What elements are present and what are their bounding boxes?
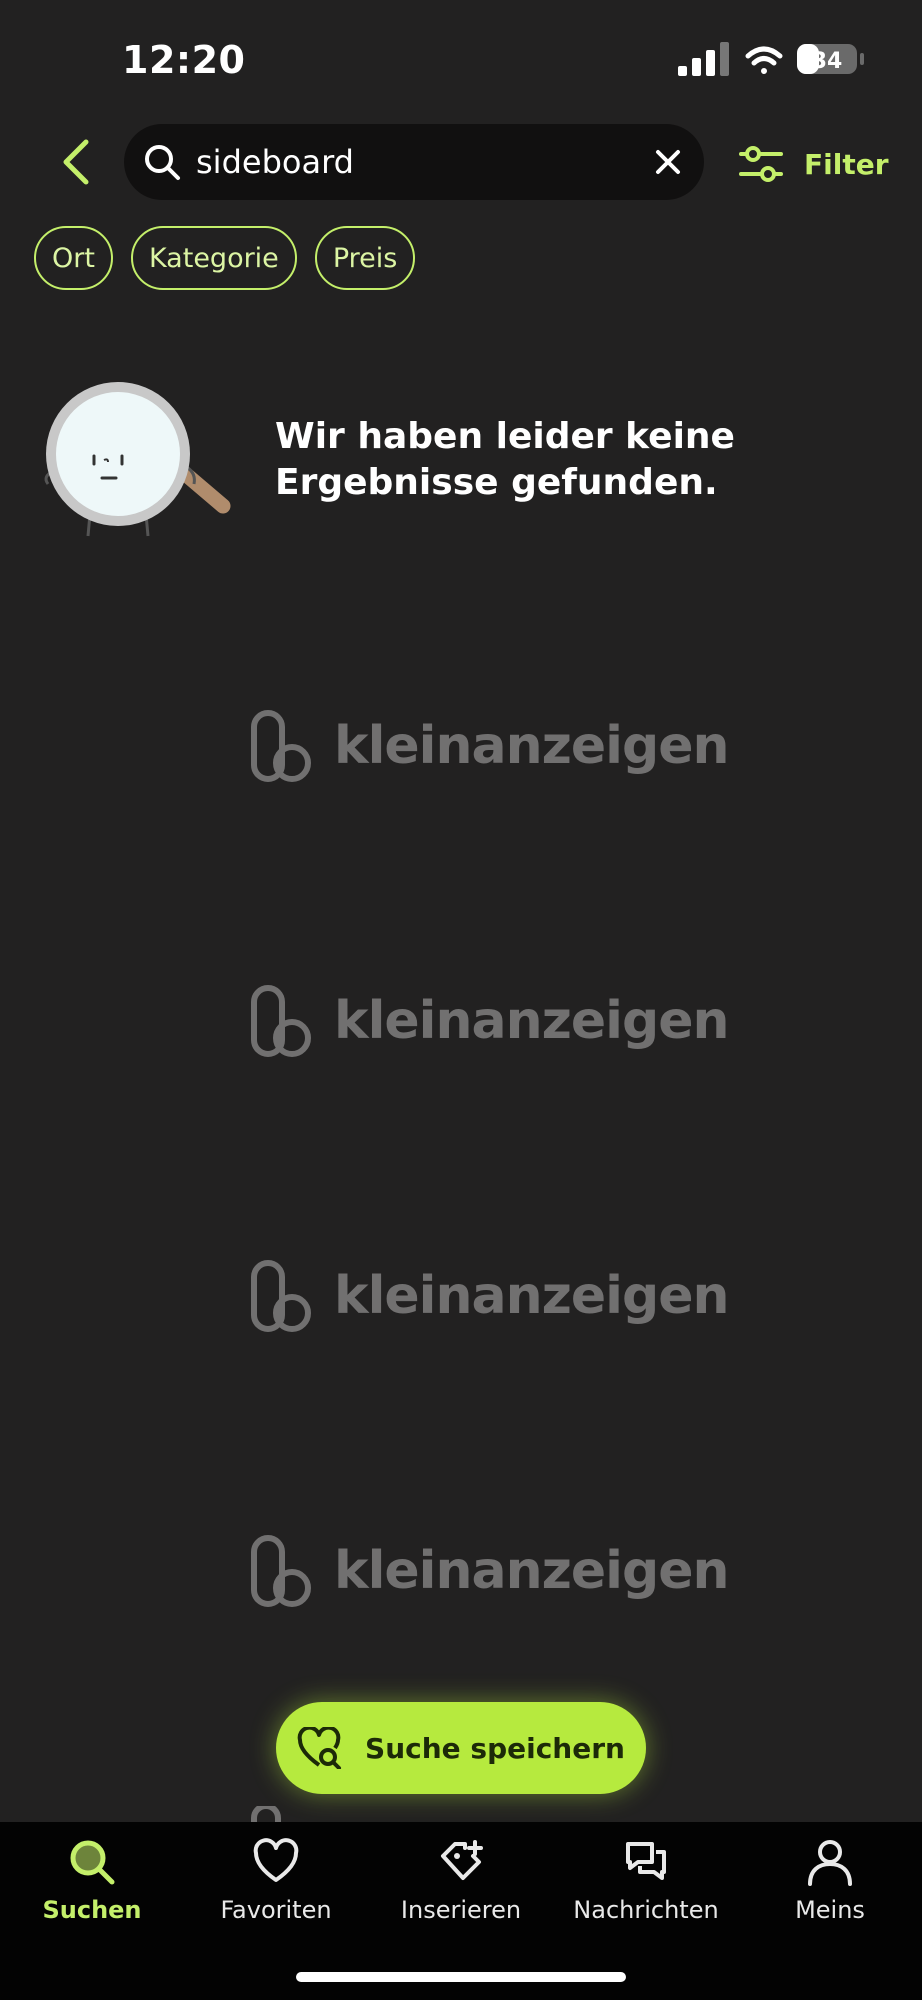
kleinanzeigen-wordmark: kleinanzeigen: [334, 991, 729, 1051]
loading-placeholder: kleinanzeigen: [250, 1256, 729, 1336]
search-field[interactable]: [124, 124, 704, 200]
loading-placeholder: kleinanzeigen: [250, 1531, 729, 1611]
tab-inserieren[interactable]: Inserieren: [376, 1838, 546, 1924]
loading-placeholder: kleinanzeigen: [250, 981, 729, 1061]
tab-nachrichten[interactable]: Nachrichten: [561, 1838, 731, 1924]
home-indicator[interactable]: [296, 1972, 626, 1982]
wifi-icon: [745, 46, 783, 74]
chevron-left-icon: [63, 139, 89, 185]
kleinanzeigen-logo-icon: [251, 1535, 311, 1607]
search-input[interactable]: [196, 143, 650, 181]
chip-ort[interactable]: Ort: [34, 226, 113, 290]
no-results-line-1: Wir haben leider keine: [275, 416, 735, 457]
search-icon: [70, 1840, 115, 1885]
magnifier-mascot-illustration: [44, 382, 231, 537]
kleinanzeigen-logo-icon: [251, 1260, 311, 1332]
filter-chips: Ort Kategorie Preis: [34, 226, 416, 290]
kleinanzeigen-wordmark: kleinanzeigen: [334, 1541, 729, 1601]
kleinanzeigen-logo-icon: [251, 710, 311, 782]
save-search-label: Suche speichern: [365, 1731, 625, 1765]
chip-preis[interactable]: Preis: [314, 226, 416, 290]
kleinanzeigen-logo-icon: [251, 985, 311, 1057]
tab-meins-label: Meins: [795, 1896, 865, 1924]
battery-level: 34: [812, 49, 843, 74]
tab-suchen-label: Suchen: [42, 1896, 142, 1924]
filter-button[interactable]: Filter: [738, 140, 889, 188]
loading-placeholder: kleinanzeigen: [250, 706, 729, 786]
heart-icon: [253, 1838, 299, 1882]
person-icon: [808, 1840, 852, 1886]
kleinanzeigen-wordmark: kleinanzeigen: [334, 716, 729, 776]
no-results-message: Wir haben leider keine Ergebnisse gefund…: [275, 414, 835, 506]
back-button[interactable]: [52, 136, 100, 188]
kleinanzeigen-wordmark: kleinanzeigen: [334, 1266, 729, 1326]
tab-meins[interactable]: Meins: [745, 1838, 915, 1924]
heart-search-icon: [297, 1727, 342, 1769]
clear-search-icon[interactable]: [650, 144, 686, 180]
chat-icon: [626, 1842, 666, 1880]
sliders-icon: [739, 146, 783, 182]
status-icons: 34: [678, 42, 864, 76]
tab-suchen[interactable]: Suchen: [7, 1838, 177, 1924]
signal-icon: [678, 42, 729, 76]
kleinanzeigen-logo-icon-partial: [251, 1806, 281, 1822]
search-icon: [145, 145, 180, 180]
save-search-button[interactable]: Suche speichern: [276, 1702, 646, 1794]
tab-favoriten-label: Favoriten: [220, 1896, 332, 1924]
tab-inserieren-label: Inserieren: [400, 1896, 522, 1924]
status-time: 12:20: [122, 38, 246, 82]
tab-nachrichten-label: Nachrichten: [573, 1896, 719, 1924]
battery-icon: 34: [797, 44, 864, 74]
chip-kategorie[interactable]: Kategorie: [130, 226, 297, 290]
no-results-line-2: Ergebnisse gefunden.: [275, 462, 718, 503]
filter-label: Filter: [804, 147, 889, 181]
tag-plus-icon: [441, 1840, 483, 1880]
tab-favoriten[interactable]: Favoriten: [191, 1838, 361, 1924]
